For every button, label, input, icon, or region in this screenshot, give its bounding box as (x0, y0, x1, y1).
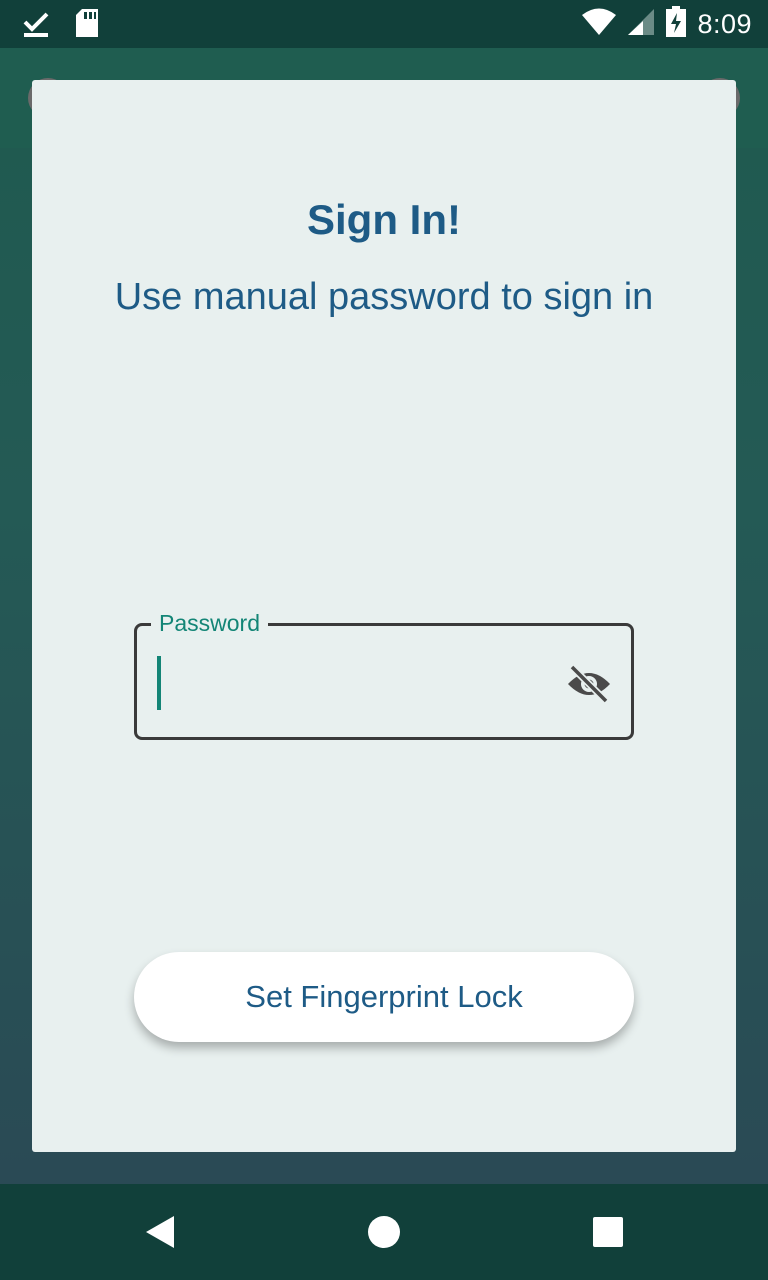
back-icon[interactable] (136, 1208, 184, 1256)
status-bar-notifications (22, 8, 100, 43)
dialog-subtitle: Use manual password to sign in (114, 276, 654, 318)
home-icon[interactable] (360, 1208, 408, 1256)
dialog-title: Sign In! (307, 196, 461, 243)
download-done-icon (22, 8, 50, 43)
signal-icon (627, 7, 655, 42)
battery-charging-icon (665, 6, 687, 43)
eye-off-icon[interactable] (565, 662, 613, 706)
recents-icon[interactable] (584, 1208, 632, 1256)
password-field[interactable]: Password (134, 610, 634, 740)
set-fingerprint-lock-button[interactable]: Set Fingerprint Lock (134, 952, 634, 1042)
status-bar-system: 8:09 (581, 6, 752, 43)
status-bar: 8:09 (0, 0, 768, 48)
sd-card-icon (74, 8, 100, 43)
clock: 8:09 (697, 9, 752, 39)
navigation-bar (0, 1184, 768, 1280)
password-field-label: Password (151, 610, 268, 637)
wifi-icon (581, 7, 617, 42)
sign-in-dialog: Sign In! Use manual password to sign in … (32, 80, 736, 1152)
password-input[interactable] (157, 656, 537, 712)
text-cursor (157, 656, 161, 710)
